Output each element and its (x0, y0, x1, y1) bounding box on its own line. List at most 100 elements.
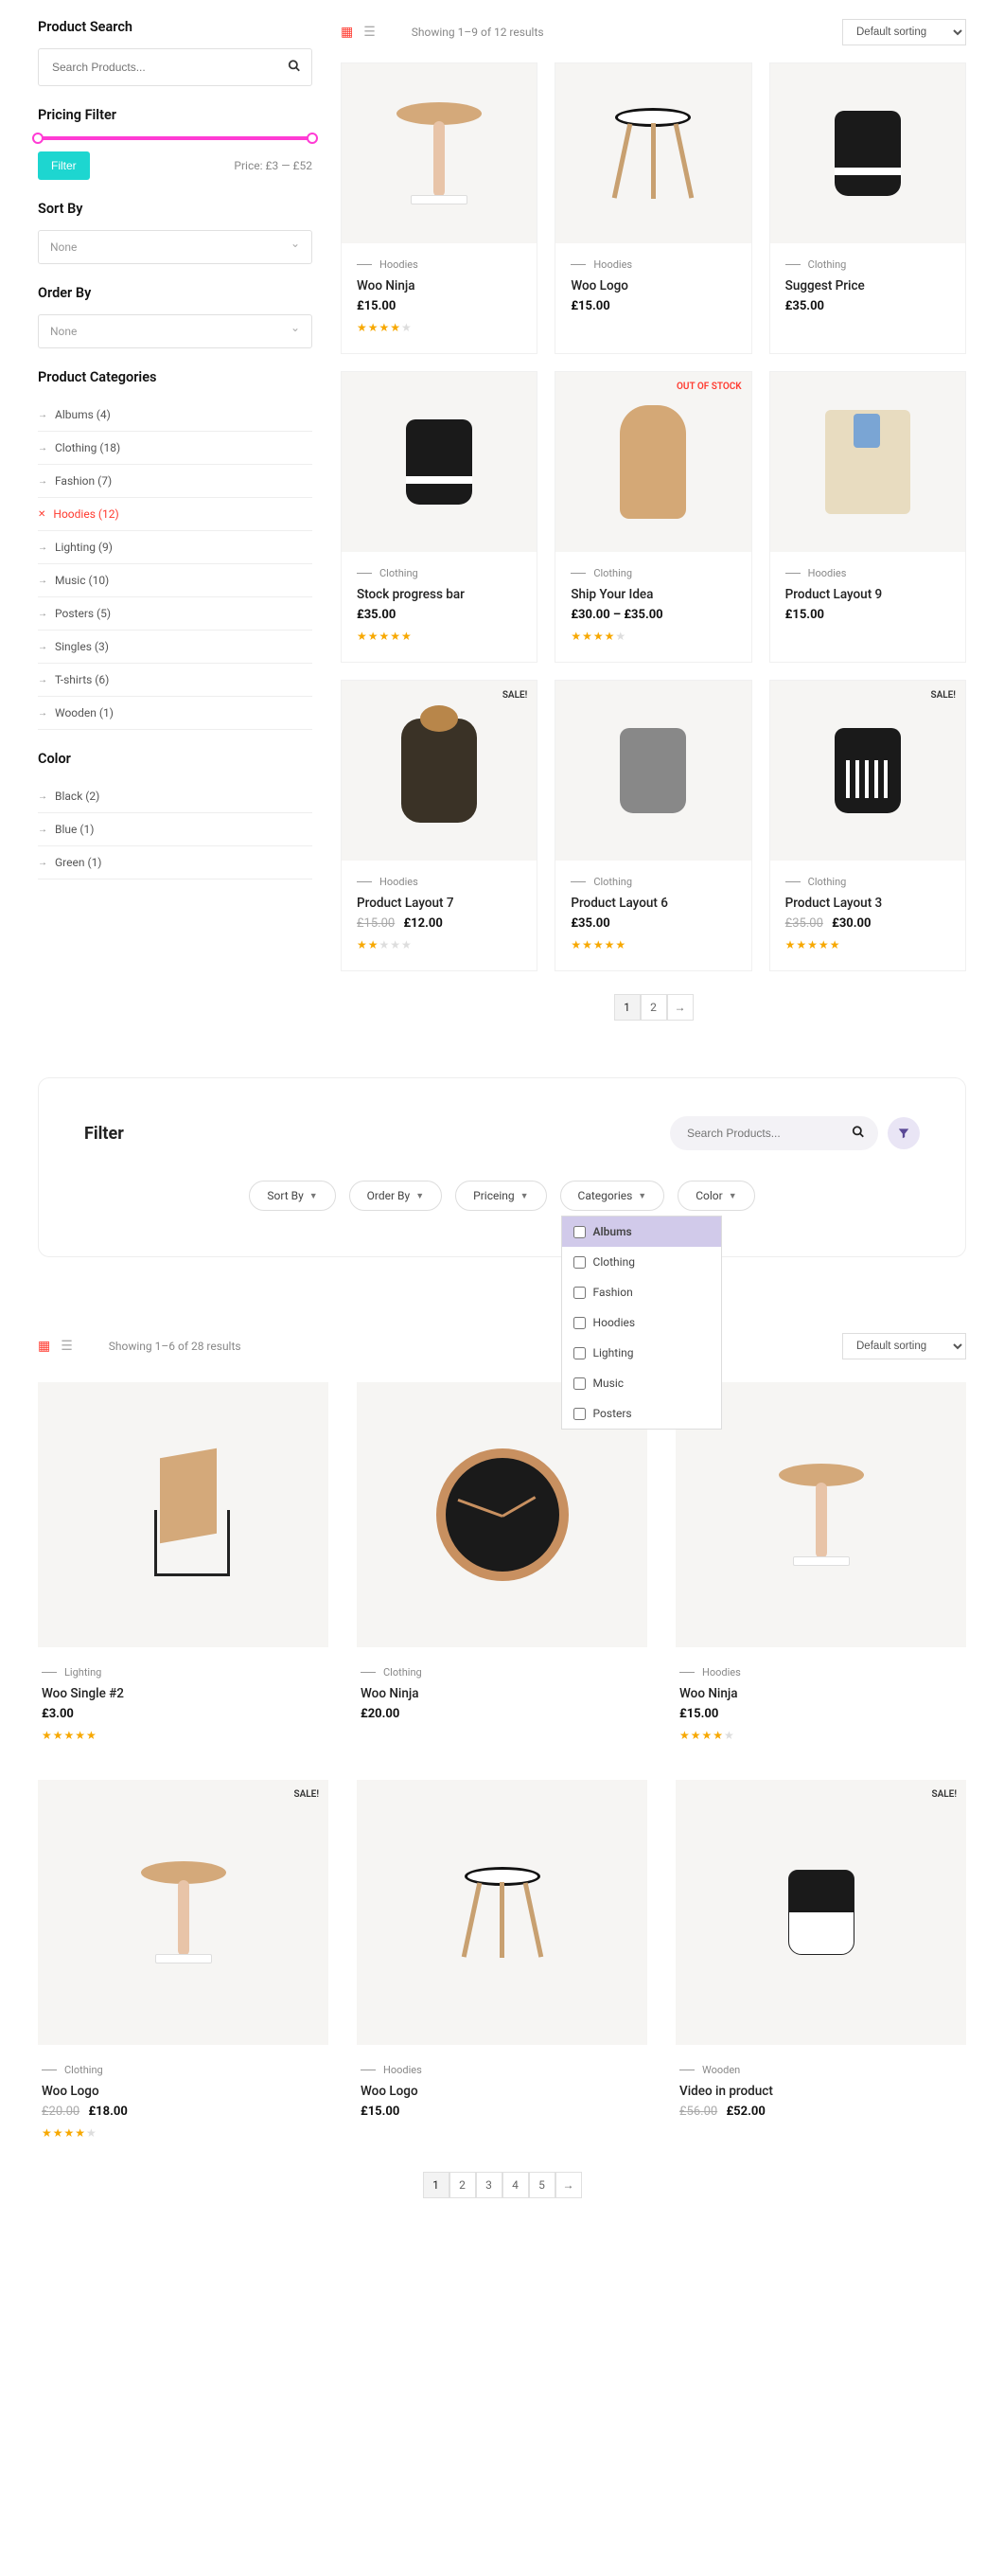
filter-pill[interactable]: Sort By▼ (249, 1181, 335, 1211)
product-price: £15.00 £12.00 (357, 916, 521, 931)
category-item[interactable]: → Albums (4) (38, 399, 312, 432)
product-card[interactable]: Lighting Woo Single #2 £3.00 ★★★★★ (38, 1382, 328, 1751)
checkbox[interactable] (573, 1408, 586, 1420)
rating: ★★★★★ (571, 630, 735, 643)
arrow-right-icon: → (38, 410, 47, 420)
orderby-select[interactable]: None (38, 314, 312, 348)
product-title: Stock progress bar (357, 587, 521, 602)
dropdown-label: Music (593, 1377, 624, 1390)
filter-pill[interactable]: Categories▼AlbumsClothingFashionHoodiesL… (560, 1181, 665, 1211)
product-price: £15.00 (679, 1707, 962, 1721)
sort-select[interactable]: Default sorting (842, 1333, 966, 1359)
category-item[interactable]: →Posters (5) (38, 597, 312, 631)
page-link[interactable]: 4 (502, 2172, 529, 2198)
dropdown-item[interactable]: Fashion (562, 1277, 721, 1307)
checkbox[interactable] (573, 1226, 586, 1238)
product-card[interactable]: SALE! Clothing Product Layout 3 £35.00 £… (769, 680, 966, 971)
product-card[interactable]: Hoodies Woo Logo £15.00 (357, 1780, 647, 2149)
filter-pill[interactable]: Order By▼ (349, 1181, 442, 1211)
page-link[interactable]: 2 (449, 2172, 476, 2198)
checkbox[interactable] (573, 1347, 586, 1359)
dropdown-item[interactable]: Music (562, 1368, 721, 1398)
checkbox[interactable] (573, 1287, 586, 1299)
product-card[interactable]: Hoodies Woo Ninja £15.00 ★★★★★ (341, 62, 537, 354)
category-label: Albums (4) (55, 408, 111, 421)
product-card[interactable]: Hoodies Woo Logo £15.00 (555, 62, 751, 354)
grid-view-icon[interactable]: ▦ (341, 25, 353, 40)
chevron-down-icon: ▼ (520, 1191, 529, 1201)
dropdown-label: Clothing (593, 1255, 635, 1269)
product-card[interactable]: Clothing Product Layout 6 £35.00 ★★★★★ (555, 680, 751, 971)
dropdown-item[interactable]: Posters (562, 1398, 721, 1429)
chevron-down-icon: ▼ (729, 1191, 737, 1201)
category-item[interactable]: →Clothing (18) (38, 432, 312, 465)
product-card[interactable]: Clothing Stock progress bar £35.00 ★★★★★ (341, 371, 537, 663)
product-image (38, 1382, 328, 1647)
color-item[interactable]: →Green (1) (38, 846, 312, 879)
color-item[interactable]: →Black (2) (38, 780, 312, 813)
slider-handle-min[interactable] (32, 133, 44, 144)
category-item[interactable]: →Music (10) (38, 564, 312, 597)
product-card[interactable]: SALE! Wooden Video in product £56.00 £52… (676, 1780, 966, 2149)
page-link[interactable]: 2 (641, 994, 667, 1021)
filter-button[interactable]: Filter (38, 151, 90, 180)
search-input[interactable] (38, 48, 312, 86)
slider-handle-max[interactable] (307, 133, 318, 144)
sort-select[interactable]: Default sorting (842, 19, 966, 45)
sortby-select[interactable]: None (38, 230, 312, 264)
category-item[interactable]: →Fashion (7) (38, 465, 312, 498)
dropdown-item[interactable]: Hoodies (562, 1307, 721, 1338)
page-link[interactable]: 3 (476, 2172, 502, 2198)
filter-search-input[interactable] (670, 1116, 878, 1150)
search-icon[interactable] (852, 1126, 865, 1142)
product-card[interactable]: Clothing Suggest Price £35.00 (769, 62, 966, 354)
color-label: Blue (1) (55, 823, 94, 836)
color-item[interactable]: →Blue (1) (38, 813, 312, 846)
category-item[interactable]: →Singles (3) (38, 631, 312, 664)
product-category: Clothing (785, 876, 950, 888)
dropdown-item[interactable]: Clothing (562, 1247, 721, 1277)
product-card[interactable]: Clothing Woo Ninja £20.00 (357, 1382, 647, 1751)
filter-pill[interactable]: Color▼ (678, 1181, 754, 1211)
dropdown-label: Posters (593, 1407, 632, 1420)
grid-view-icon[interactable]: ▦ (38, 1339, 50, 1354)
category-label: Hoodies (12) (53, 507, 118, 521)
product-card[interactable]: OUT OF STOCK Clothing Ship Your Idea £30… (555, 371, 751, 663)
list-view-icon[interactable]: ☰ (363, 25, 376, 40)
page-link[interactable]: 1 (614, 994, 641, 1021)
dropdown-item[interactable]: Albums (562, 1217, 721, 1247)
checkbox[interactable] (573, 1377, 586, 1390)
checkbox[interactable] (573, 1317, 586, 1329)
product-card[interactable]: SALE! Hoodies Product Layout 7 £15.00 £1… (341, 680, 537, 971)
category-item[interactable]: →Lighting (9) (38, 531, 312, 564)
price-slider[interactable] (38, 136, 312, 140)
product-price: £20.00 £18.00 (42, 2105, 325, 2119)
checkbox[interactable] (573, 1256, 586, 1269)
product-title: Woo Ninja (361, 1686, 643, 1701)
search-icon[interactable] (288, 60, 301, 76)
arrow-right-icon: → (38, 576, 47, 586)
dropdown-menu: Albums Clothing Fashion Hoodies Lighting Musi… (561, 1216, 722, 1430)
page-link[interactable]: → (667, 994, 694, 1021)
sidebar: Product Search Pricing Filter Filter Pri… (38, 19, 312, 1077)
filter-icon-button[interactable] (888, 1117, 920, 1149)
list-view-icon[interactable]: ☰ (61, 1339, 73, 1354)
page-link[interactable]: 1 (423, 2172, 449, 2198)
page-link[interactable]: 5 (529, 2172, 555, 2198)
product-card[interactable]: SALE! Clothing Woo Logo £20.00 £18.00 ★★… (38, 1780, 328, 2149)
page-link[interactable]: → (555, 2172, 582, 2198)
dropdown-item[interactable]: Lighting (562, 1338, 721, 1368)
product-image (770, 372, 965, 552)
category-item[interactable]: →T-shirts (6) (38, 664, 312, 697)
category-item[interactable]: →Wooden (1) (38, 697, 312, 730)
category-item[interactable]: ✕Hoodies (12) (38, 498, 312, 531)
dropdown-label: Hoodies (593, 1316, 636, 1329)
product-card[interactable]: Hoodies Product Layout 9 £15.00 (769, 371, 966, 663)
product-card[interactable]: Hoodies Woo Ninja £15.00 ★★★★★ (676, 1382, 966, 1751)
arrow-right-icon: → (38, 675, 47, 685)
filter-pill[interactable]: Priceing▼ (455, 1181, 546, 1211)
product-category: Clothing (571, 567, 735, 579)
product-price: £3.00 (42, 1707, 325, 1721)
product-grid-2: Lighting Woo Single #2 £3.00 ★★★★★ Cloth… (38, 1382, 966, 2149)
arrow-right-icon: → (38, 791, 47, 802)
